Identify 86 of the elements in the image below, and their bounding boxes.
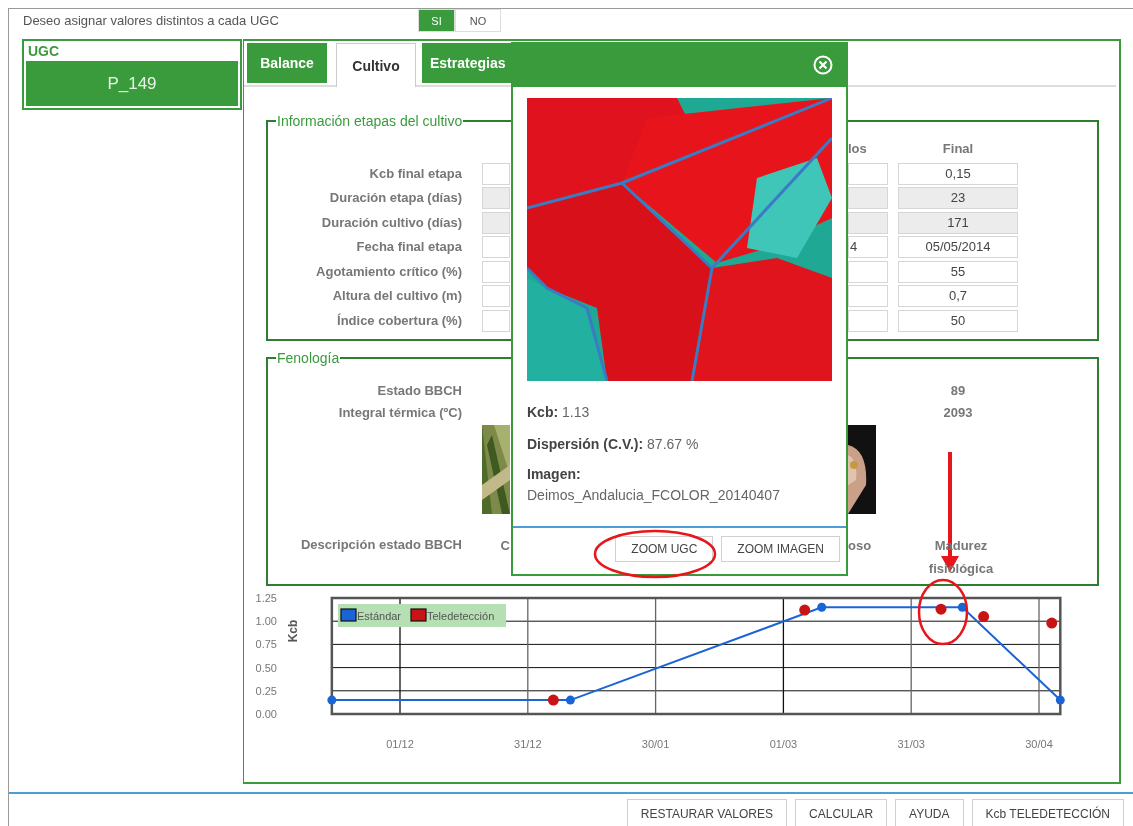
kcb-text: Kcb: 1.13 xyxy=(527,404,591,420)
input-field[interactable] xyxy=(482,260,510,283)
axis-label: 0.00 xyxy=(255,708,277,720)
group-legend: Información etapas del cultivo xyxy=(276,113,464,129)
field-label: Descripción estado BBCH xyxy=(299,536,463,554)
data-point xyxy=(957,602,967,612)
data-point xyxy=(565,695,575,705)
input-field[interactable] xyxy=(482,236,510,258)
data-point xyxy=(1046,617,1058,629)
toggle-option[interactable]: SI xyxy=(418,9,455,32)
axis-label: 31/03 xyxy=(897,738,925,750)
input-field[interactable] xyxy=(482,211,510,234)
footer-button[interactable]: CALCULAR xyxy=(795,799,888,826)
input-field[interactable] xyxy=(848,162,888,185)
axis-label: 0.75 xyxy=(255,638,277,651)
column-header: Final xyxy=(941,140,975,158)
axis-label: 1.00 xyxy=(255,615,277,628)
panel-title: UGC xyxy=(27,42,61,61)
field-label: Fecha final etapa xyxy=(355,238,463,256)
column-header: los xyxy=(848,140,868,158)
tab[interactable]: Estrategias xyxy=(422,43,514,83)
axis-label: 01/12 xyxy=(386,738,414,750)
value-text: 2093 xyxy=(942,404,974,422)
axis-label: 0.50 xyxy=(255,661,277,674)
input-field[interactable] xyxy=(482,285,510,307)
input-field[interactable]: 4 xyxy=(848,236,888,258)
data-point xyxy=(799,604,811,616)
data-point xyxy=(547,694,559,706)
field-label: Integral térmica (ºC) xyxy=(337,404,463,422)
input-field[interactable] xyxy=(482,309,510,332)
axis-label: 30/04 xyxy=(1025,738,1053,750)
input-field[interactable]: 23 xyxy=(898,187,1018,209)
input-field[interactable]: 55 xyxy=(898,260,1018,283)
input-field[interactable] xyxy=(848,187,888,209)
tab[interactable]: Cultivo xyxy=(336,43,416,87)
field-label: Índice cobertura (%) xyxy=(336,311,463,330)
axis-label: 31/12 xyxy=(514,738,542,750)
value-text: C xyxy=(499,537,510,555)
footer-button[interactable]: Kcb TELEDETECCIÓN xyxy=(971,799,1124,826)
data-point xyxy=(1055,695,1065,705)
zoom-button[interactable]: ZOOM UGC xyxy=(615,536,714,562)
toggle-option[interactable]: NO xyxy=(455,9,501,32)
input-field[interactable] xyxy=(848,260,888,283)
close-button[interactable] xyxy=(812,53,834,76)
value-text: 89 xyxy=(949,382,967,400)
data-point xyxy=(327,695,337,705)
legend-label: Estándar xyxy=(357,610,402,622)
input-field[interactable]: 0,7 xyxy=(898,285,1018,307)
input-field[interactable] xyxy=(482,162,510,185)
input-field[interactable] xyxy=(482,187,510,209)
axis-label: 0.25 xyxy=(255,684,277,697)
input-field[interactable]: 0,15 xyxy=(898,162,1018,185)
axis-title: Kcb xyxy=(286,619,300,643)
field-label: Agotamiento crítico (%) xyxy=(315,262,463,281)
field-label: Kcb final etapa xyxy=(368,164,463,183)
value-text: oso xyxy=(848,537,873,555)
input-field[interactable]: 50 xyxy=(898,309,1018,332)
group-legend: Fenología xyxy=(276,350,341,366)
data-point xyxy=(978,611,990,623)
legend-swatch xyxy=(410,608,427,622)
footer-button[interactable]: AYUDA xyxy=(895,799,964,826)
axis-label: 1.25 xyxy=(255,592,277,604)
input-field[interactable]: 171 xyxy=(898,211,1018,234)
image-label: Imagen: xyxy=(527,466,582,482)
zoom-button[interactable]: ZOOM IMAGEN xyxy=(721,536,840,562)
field-label: Duración cultivo (días) xyxy=(320,213,463,232)
dispersion-text: Dispersión (C.V.): 87.67 % xyxy=(527,436,700,452)
data-point xyxy=(817,602,827,612)
legend-swatch xyxy=(340,608,357,622)
highlight-ellipse xyxy=(917,578,969,646)
footer-button[interactable]: RESTAURAR VALORES xyxy=(626,799,788,826)
question-label: Deseo asignar valores distintos a cada UGC xyxy=(23,13,280,28)
close-icon xyxy=(812,53,834,76)
input-field[interactable] xyxy=(848,309,888,332)
axis-label: 01/03 xyxy=(769,738,798,750)
field-label: Duración etapa (días) xyxy=(328,189,463,207)
input-field[interactable] xyxy=(848,285,888,307)
field-label: Estado BBCH xyxy=(376,382,463,400)
image-name: Deimos_Andalucia_FCOLOR_20140407 xyxy=(527,487,781,503)
data-point xyxy=(935,603,947,615)
input-field[interactable]: 05/05/2014 xyxy=(898,236,1018,258)
field-label: Altura del cultivo (m) xyxy=(331,287,463,305)
input-field[interactable] xyxy=(848,211,888,234)
tab[interactable]: Balance xyxy=(247,43,327,83)
axis-label: 30/01 xyxy=(641,738,670,750)
legend-label: Teledetección xyxy=(427,610,495,622)
